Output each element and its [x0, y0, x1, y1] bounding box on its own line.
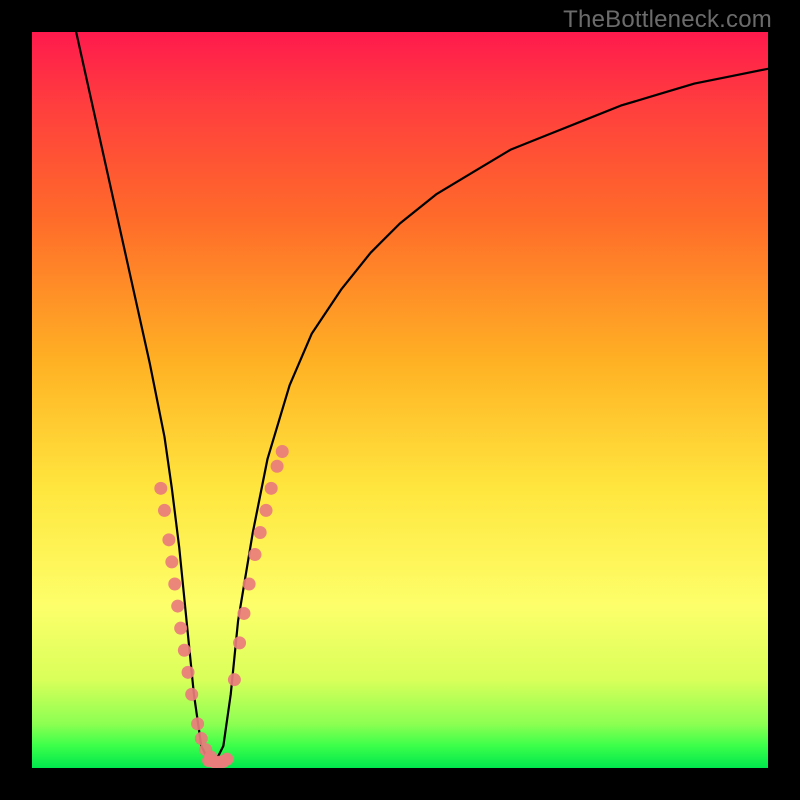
chart-frame: TheBottleneck.com — [0, 0, 800, 800]
watermark-text: TheBottleneck.com — [563, 6, 772, 34]
chart-overlay — [32, 32, 768, 768]
scatter-dots — [154, 445, 288, 768]
plot-area — [32, 32, 768, 768]
